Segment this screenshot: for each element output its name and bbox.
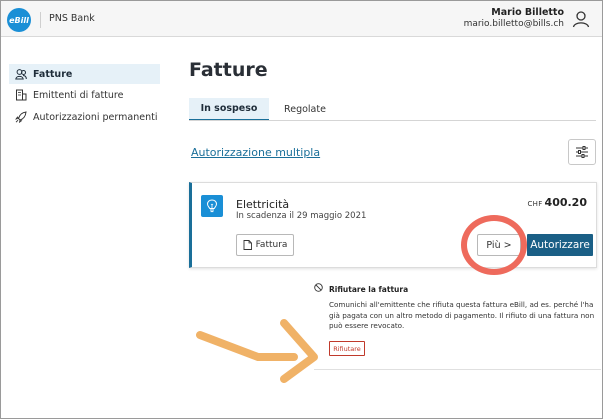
authorize-button[interactable]: Autorizzare [527,234,593,256]
filter-button[interactable] [568,139,596,165]
tabs-divider [189,120,596,121]
bank-name: PNS Bank [49,13,95,24]
invoice-title: Elettricità [236,198,290,211]
tab-regolate[interactable]: Regolate [277,98,333,121]
multi-authorization-link[interactable]: Autorizzazione multipla [191,146,320,159]
lightbulb-icon [206,199,218,213]
sidebar-item-autorizzazioni[interactable]: Autorizzazioni permanenti [9,107,160,127]
view-invoice-label: Fattura [255,240,288,250]
sidebar-item-label: Fatture [33,68,73,80]
ban-icon [314,283,323,292]
panel-divider [314,369,601,370]
invoice-due-date: In scadenza il 29 maggio 2021 [236,211,367,221]
currency-label: CHF [527,200,543,208]
sliders-icon [576,146,588,158]
header-divider [40,12,41,28]
invoices-icon [15,69,27,80]
sidebar-item-fatture[interactable]: Fatture [9,64,160,84]
amount-value: 400.20 [544,196,587,209]
app-window: eBill PNS Bank Mario Billetto mario.bill… [0,0,603,419]
rocket-icon [15,111,27,123]
view-invoice-button[interactable]: Fattura [236,234,294,256]
reject-button[interactable]: Rifiutare [329,341,365,356]
arrow-annotation [196,319,318,383]
top-bar: eBill PNS Bank Mario Billetto mario.bill… [1,1,602,37]
sidebar-item-emittenti[interactable]: Emittenti di fatture [9,85,160,105]
invoice-amount: CHF 400.20 [527,196,587,209]
reject-description: Comunichi all'emittente che rifiuta ques… [329,300,595,330]
sidebar-item-label: Emittenti di fatture [33,89,124,101]
ebill-logo[interactable]: eBill [7,8,31,32]
reject-invoice-panel: Rifiutare la fattura Comunichi all'emitt… [314,278,601,365]
building-icon [16,89,27,101]
page-title: Fatture [189,59,268,81]
sidebar-item-label: Autorizzazioni permanenti [33,111,158,123]
invoice-category-badge [201,195,223,217]
document-icon [243,240,252,250]
tab-in-sospeso[interactable]: In sospeso [189,98,269,121]
user-icon[interactable] [572,10,590,28]
user-email[interactable]: mario.billetto@bills.ch [464,19,564,29]
user-name[interactable]: Mario Billetto [491,7,564,18]
invoice-card[interactable]: Elettricità In scadenza il 29 maggio 202… [189,182,597,268]
reject-title: Rifiutare la fattura [329,285,409,294]
highlight-circle-annotation [461,215,527,275]
